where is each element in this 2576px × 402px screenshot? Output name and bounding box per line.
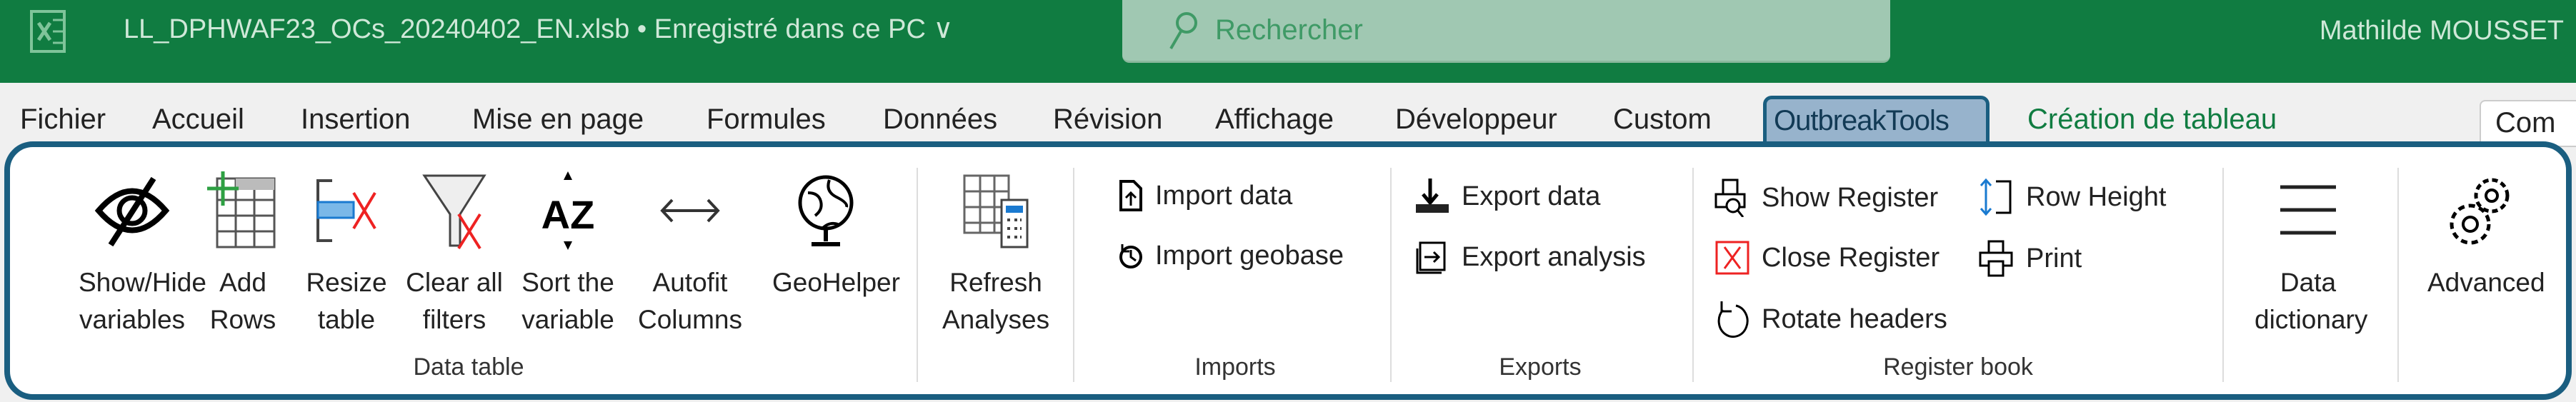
resize-table-icon xyxy=(316,179,376,242)
label: Export data xyxy=(1462,181,1601,211)
title-bar: LL_DPHWAF23_OCs_20240402_EN.xlsb • Enreg… xyxy=(0,0,2576,83)
label: Import data xyxy=(1155,180,1293,211)
export-data-button[interactable]: Export data xyxy=(1414,179,1600,214)
group-separator xyxy=(1390,168,1392,382)
label: Columns xyxy=(638,305,742,334)
label: Row Height xyxy=(2026,181,2167,212)
tab-formules[interactable]: Formules xyxy=(707,104,826,136)
tab-donnees[interactable]: Données xyxy=(883,104,997,136)
clear-filter-icon xyxy=(422,174,486,250)
svg-text:AZ: AZ xyxy=(541,192,595,237)
search-box[interactable]: Rechercher xyxy=(1122,0,1890,63)
gears-icon xyxy=(2450,178,2510,245)
user-name[interactable]: Mathilde MOUSSET xyxy=(2320,16,2564,46)
rotate-headers-button[interactable]: Rotate headers xyxy=(1714,300,1947,338)
geohelper-button[interactable]: GeoHelper xyxy=(772,171,900,301)
printer-icon xyxy=(1979,240,2013,277)
label: Sort the xyxy=(521,268,614,297)
tab-creation-de-tableau[interactable]: Création de tableau xyxy=(2027,104,2277,136)
label: dictionary xyxy=(2255,305,2368,334)
label: table xyxy=(317,305,376,334)
tab-affichage[interactable]: Affichage xyxy=(1215,104,1334,136)
row-height-button[interactable]: Row Height xyxy=(1979,179,2166,216)
group-label-register-book: Register book xyxy=(1883,353,2033,381)
printer-search-icon xyxy=(1714,179,1746,217)
label: filters xyxy=(422,305,486,334)
label: Refresh xyxy=(949,268,1042,297)
spreadsheet-calculator-icon xyxy=(963,174,1029,248)
globe-icon xyxy=(798,175,854,246)
label: Rows xyxy=(209,305,276,334)
excel-icon xyxy=(30,10,66,53)
group-separator xyxy=(917,168,918,382)
group-separator xyxy=(1692,168,1694,382)
tab-outbreaktools[interactable]: OutbreakTools xyxy=(1763,96,1990,146)
add-rows-icon xyxy=(207,171,276,248)
group-label-imports: Imports xyxy=(1194,353,1276,381)
comment-label: Com xyxy=(2495,107,2556,139)
tab-revision[interactable]: Révision xyxy=(1053,104,1162,136)
label: Print xyxy=(2026,243,2082,273)
search-icon xyxy=(1169,12,1197,50)
close-box-icon xyxy=(1715,241,1749,275)
group-separator xyxy=(2397,168,2399,382)
autofit-columns-button[interactable]: Autofit Columns xyxy=(636,171,744,338)
document-title[interactable]: LL_DPHWAF23_OCs_20240402_EN.xlsb • Enreg… xyxy=(124,13,953,45)
label: Data xyxy=(2280,268,2337,297)
history-clock-icon xyxy=(1119,244,1142,268)
rotate-icon xyxy=(1717,301,1749,338)
label: Autofit xyxy=(652,268,728,297)
close-register-button[interactable]: Close Register xyxy=(1714,240,1940,276)
label: GeoHelper xyxy=(772,268,900,297)
advanced-button[interactable]: Advanced xyxy=(2427,171,2545,301)
label: Close Register xyxy=(1762,242,1940,273)
group-label-exports: Exports xyxy=(1499,353,1582,381)
label: Rotate headers xyxy=(1762,303,1947,334)
show-register-button[interactable]: Show Register xyxy=(1714,179,1938,217)
download-icon xyxy=(1416,179,1449,213)
resize-table-button[interactable]: Resize table xyxy=(293,171,400,338)
sort-variable-button[interactable]: AZ Sort the variable xyxy=(514,171,621,338)
tab-developpeur[interactable]: Développeur xyxy=(1395,104,1557,136)
tab-mise-en-page[interactable]: Mise en page xyxy=(472,104,644,136)
label: Show/Hide xyxy=(79,268,206,297)
label: variables xyxy=(79,305,186,334)
label: Resize xyxy=(306,268,387,297)
print-button[interactable]: Print xyxy=(1979,240,2082,277)
label: Show Register xyxy=(1762,182,1939,213)
tab-fichier[interactable]: Fichier xyxy=(20,104,106,136)
comments-button[interactable]: Com xyxy=(2480,100,2576,147)
add-rows-button[interactable]: Add Rows xyxy=(189,171,296,338)
label: Export analysis xyxy=(1462,241,1646,272)
group-separator xyxy=(1073,168,1074,382)
tab-insertion[interactable]: Insertion xyxy=(301,104,410,136)
menu-lines-icon xyxy=(2280,185,2336,235)
double-arrow-icon xyxy=(660,199,720,223)
export-file-icon xyxy=(1416,241,1446,274)
label: variable xyxy=(521,305,614,334)
import-geobase-button[interactable]: Import geobase xyxy=(1118,240,1344,271)
label: Clear all xyxy=(406,268,503,297)
file-upload-icon xyxy=(1119,180,1142,211)
tab-accueil[interactable]: Accueil xyxy=(152,104,244,136)
label: Add xyxy=(219,268,266,297)
label: Analyses xyxy=(942,305,1050,334)
label: Import geobase xyxy=(1155,240,1344,271)
sort-az-icon: AZ xyxy=(541,171,595,250)
show-hide-variables-button[interactable]: Show/Hide variables xyxy=(79,171,206,338)
group-separator xyxy=(2222,168,2224,382)
data-dictionary-button[interactable]: Data dictionary xyxy=(2255,171,2368,338)
row-height-icon xyxy=(1980,179,2012,216)
refresh-analyses-button[interactable]: Refresh Analyses xyxy=(942,171,1049,338)
tab-custom[interactable]: Custom xyxy=(1613,104,1712,136)
eye-slash-icon xyxy=(94,176,170,246)
import-data-button[interactable]: Import data xyxy=(1118,179,1292,213)
search-placeholder: Rechercher xyxy=(1215,14,1363,46)
clear-all-filters-button[interactable]: Clear all filters xyxy=(401,171,508,338)
group-label-data-table: Data table xyxy=(413,353,524,381)
label: Advanced xyxy=(2427,268,2545,297)
export-analysis-button[interactable]: Export analysis xyxy=(1414,240,1646,274)
